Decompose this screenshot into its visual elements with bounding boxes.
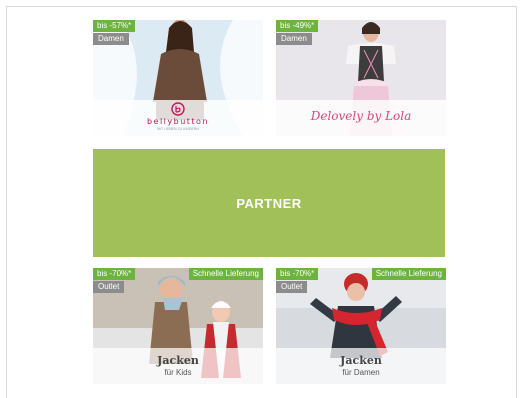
- category-badge: Outlet: [276, 281, 308, 293]
- category-badge: Damen: [276, 33, 312, 45]
- discount-badge: bis -49%*: [276, 20, 319, 32]
- deal-tile-delovely[interactable]: bis -49%* Damen Delovely by Lola: [276, 20, 446, 136]
- partner-banner[interactable]: PARTNER: [93, 149, 445, 257]
- deal-tile-jacken-damen[interactable]: bis -70%* Outlet Schnelle Lieferung Jack…: [276, 268, 446, 384]
- tile-subtitle: für Damen: [342, 368, 380, 377]
- deal-tile-bellybutton[interactable]: bis -57%* Damen bellybutton MIT LIEBEN Z…: [93, 20, 263, 136]
- tile-title: Jacken: [157, 354, 199, 367]
- brand-logo-text: Delovely by Lola: [310, 109, 412, 123]
- title-band: Jacken für Kids: [93, 348, 263, 384]
- category-badge: Outlet: [93, 281, 125, 293]
- fast-shipping-badge: Schnelle Lieferung: [188, 268, 263, 280]
- tile-subtitle: für Kids: [164, 368, 192, 377]
- partner-label: PARTNER: [236, 195, 302, 211]
- discount-badge: bis -70%*: [93, 268, 136, 280]
- title-band: Jacken für Damen: [276, 348, 446, 384]
- category-badge: Damen: [93, 33, 129, 45]
- brand-band: bellybutton MIT LIEBEN ZU KINDERN: [93, 100, 263, 136]
- brand-band: Delovely by Lola: [276, 100, 446, 136]
- brand-tagline: MIT LIEBEN ZU KINDERN: [157, 127, 199, 131]
- deal-tile-jacken-kids[interactable]: bis -70%* Outlet Schnelle Lieferung Jack…: [93, 268, 263, 384]
- discount-badge: bis -70%*: [276, 268, 319, 280]
- tile-title: Jacken: [340, 354, 382, 367]
- fast-shipping-badge: Schnelle Lieferung: [371, 268, 446, 280]
- brand-logo-text: bellybutton: [146, 117, 210, 126]
- discount-badge: bis -57%*: [93, 20, 136, 32]
- bellybutton-logo-icon: [171, 102, 185, 116]
